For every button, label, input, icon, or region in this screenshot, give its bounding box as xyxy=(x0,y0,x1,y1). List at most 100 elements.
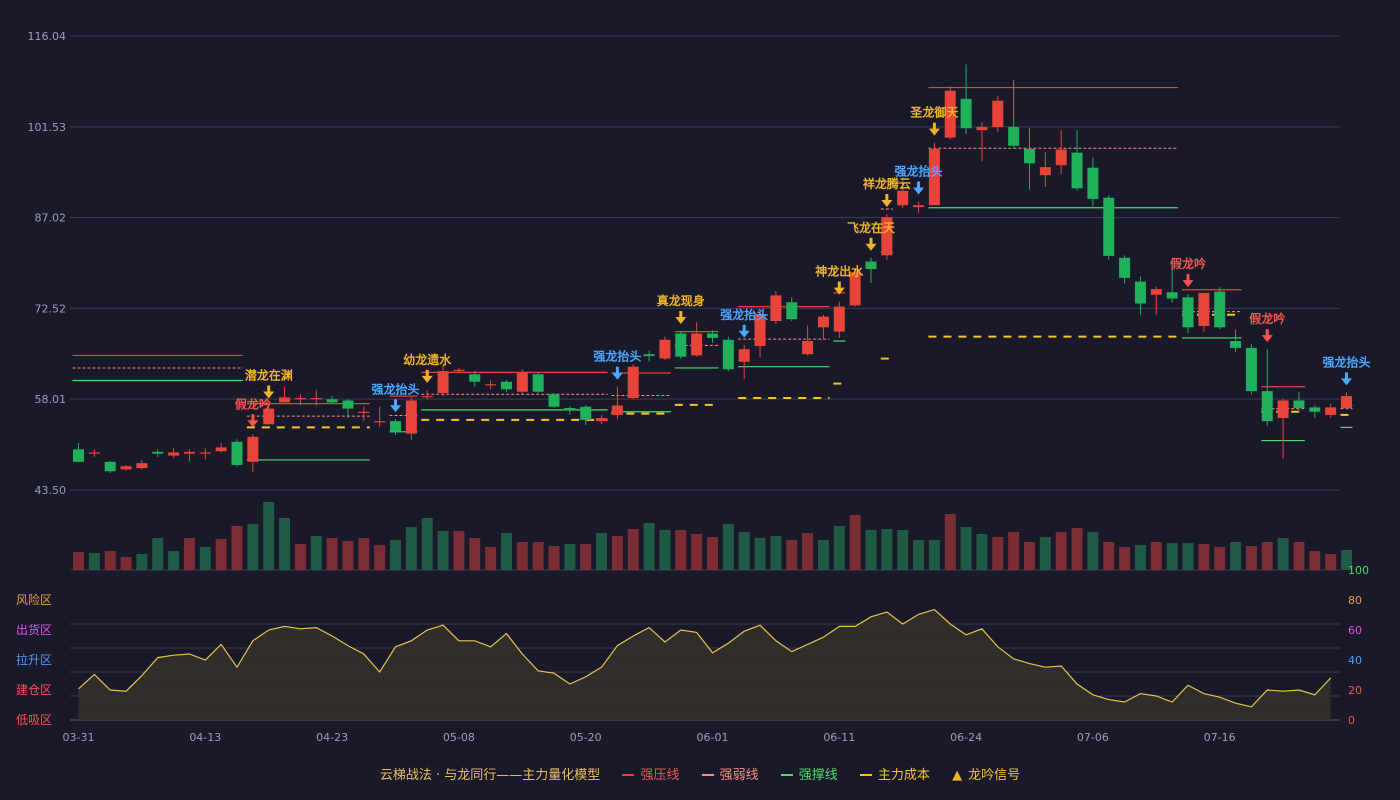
signal-arrow-icon xyxy=(738,330,750,338)
date-tick-label: 07-06 xyxy=(1077,731,1109,744)
candle-body xyxy=(1008,127,1020,146)
signal-layer: 假龙吟潜龙在渊强龙抬头幼龙遗水 强龙抬头真龙现身强龙抬头神龙出水飞龙在天祥龙腾云强… xyxy=(235,105,1371,428)
candle-body xyxy=(342,400,354,409)
price-tick-label: 116.04 xyxy=(28,30,67,43)
candle-body xyxy=(215,447,227,452)
volume-bar xyxy=(247,524,259,570)
volume-bar xyxy=(627,529,639,570)
signal-arrow-icon xyxy=(833,287,845,295)
volume-bar xyxy=(1119,547,1131,570)
signal-arrow-icon xyxy=(675,317,687,325)
date-tick-label: 06-11 xyxy=(823,731,855,744)
candle-body xyxy=(183,451,195,454)
volume-bar xyxy=(580,544,592,570)
candle-body xyxy=(390,421,401,432)
signal-arrow-icon xyxy=(881,199,893,207)
volume-bar xyxy=(1008,532,1020,570)
candle-body xyxy=(279,397,291,403)
candle-body xyxy=(485,384,497,386)
candle-body xyxy=(1119,257,1131,278)
volume-bar xyxy=(786,540,798,570)
volume-bar xyxy=(817,540,829,570)
volume-bar xyxy=(1103,542,1115,570)
volume-bar xyxy=(73,552,84,570)
volume-bar xyxy=(707,537,718,570)
candle-body xyxy=(88,452,100,454)
legend-main-cost[interactable]: 主力成本 xyxy=(859,764,930,783)
candle-body xyxy=(73,449,84,462)
candle-body xyxy=(326,399,338,403)
volume-bar xyxy=(548,546,560,570)
candle-body xyxy=(358,411,370,413)
volume-bar xyxy=(500,533,512,570)
price-tick-label: 87.02 xyxy=(35,212,67,225)
volume-bar xyxy=(231,526,243,570)
date-tick-label: 06-24 xyxy=(950,731,982,744)
signal-arrow-icon xyxy=(1341,378,1352,386)
legend-strong-support[interactable]: 强撑线 xyxy=(780,764,838,783)
legend-signal[interactable]: ▲ 龙吟信号 xyxy=(952,764,1020,783)
candle-body xyxy=(802,341,814,355)
indicator-tick-label: 40 xyxy=(1348,654,1362,667)
signal-arrow-icon xyxy=(611,372,623,380)
price-tick-label: 43.50 xyxy=(35,484,67,497)
legend-title: 云梯战法 · 与龙同行——主力量化模型 xyxy=(379,768,601,783)
volume-bar xyxy=(168,551,180,570)
date-tick-label: 05-08 xyxy=(443,731,475,744)
candle-body xyxy=(913,205,925,208)
volume-bar xyxy=(1245,546,1257,570)
volume-bar xyxy=(833,526,845,570)
signal-arrow-icon xyxy=(421,375,433,383)
candle-body xyxy=(1293,400,1305,409)
signal-label: 假龙吟 xyxy=(1249,311,1285,326)
main-cost-swatch xyxy=(859,773,872,776)
volume-bar xyxy=(1071,528,1083,570)
signal-arrow-icon xyxy=(390,405,401,413)
candle-body xyxy=(691,333,703,356)
candle-body xyxy=(1182,297,1194,328)
candle-body xyxy=(199,452,211,454)
indicator-tick-label: 60 xyxy=(1348,624,1362,637)
candle-body xyxy=(231,441,243,465)
volume-bar xyxy=(722,524,734,570)
legend-strong-weak-label: 强弱线 xyxy=(719,768,759,783)
indicator-tick-label: 20 xyxy=(1348,684,1362,697)
candle-body xyxy=(770,295,782,322)
volume-bar xyxy=(326,538,338,570)
volume-bar xyxy=(675,530,687,570)
candle-body xyxy=(564,408,576,410)
volume-bar xyxy=(453,531,465,570)
volume-bar xyxy=(136,554,148,570)
volume-bar xyxy=(928,540,940,570)
candle-body xyxy=(421,396,433,398)
zone-label: 风险区 xyxy=(16,592,52,607)
candle-body xyxy=(152,451,164,454)
indicator-tick-label: 100 xyxy=(1348,564,1369,577)
volume-bar xyxy=(405,527,417,570)
candlestick-layer xyxy=(73,64,1352,474)
candle-body xyxy=(500,381,512,390)
candle-body xyxy=(1198,292,1210,327)
candle-body xyxy=(960,98,972,129)
chart-legend: 云梯战法 · 与龙同行——主力量化模型 强压线 强弱线 强撑线 主力成本 ▲ 龙吟… xyxy=(0,764,1400,783)
legend-strong-pressure-label: 强压线 xyxy=(640,768,680,783)
candle-body xyxy=(532,374,544,392)
candle-body xyxy=(786,302,798,320)
volume-bar xyxy=(611,536,623,570)
triangle-icon: ▲ xyxy=(952,768,963,783)
volume-bar xyxy=(279,518,291,570)
volume-bar xyxy=(754,538,766,570)
candle-body xyxy=(1039,167,1051,176)
legend-strong-weak[interactable]: 强弱线 xyxy=(701,764,759,783)
candle-body xyxy=(1055,149,1067,166)
candle-body xyxy=(1325,407,1337,415)
legend-strong-pressure[interactable]: 强压线 xyxy=(622,764,679,783)
zone-indicator-layer xyxy=(78,608,1332,720)
candle-body xyxy=(627,366,639,398)
candle-body xyxy=(294,397,306,400)
volume-bar xyxy=(104,551,116,570)
signal-arrow-icon xyxy=(928,128,940,136)
volume-bar xyxy=(1182,543,1194,570)
candle-body xyxy=(738,349,750,362)
volume-bar xyxy=(944,514,956,570)
